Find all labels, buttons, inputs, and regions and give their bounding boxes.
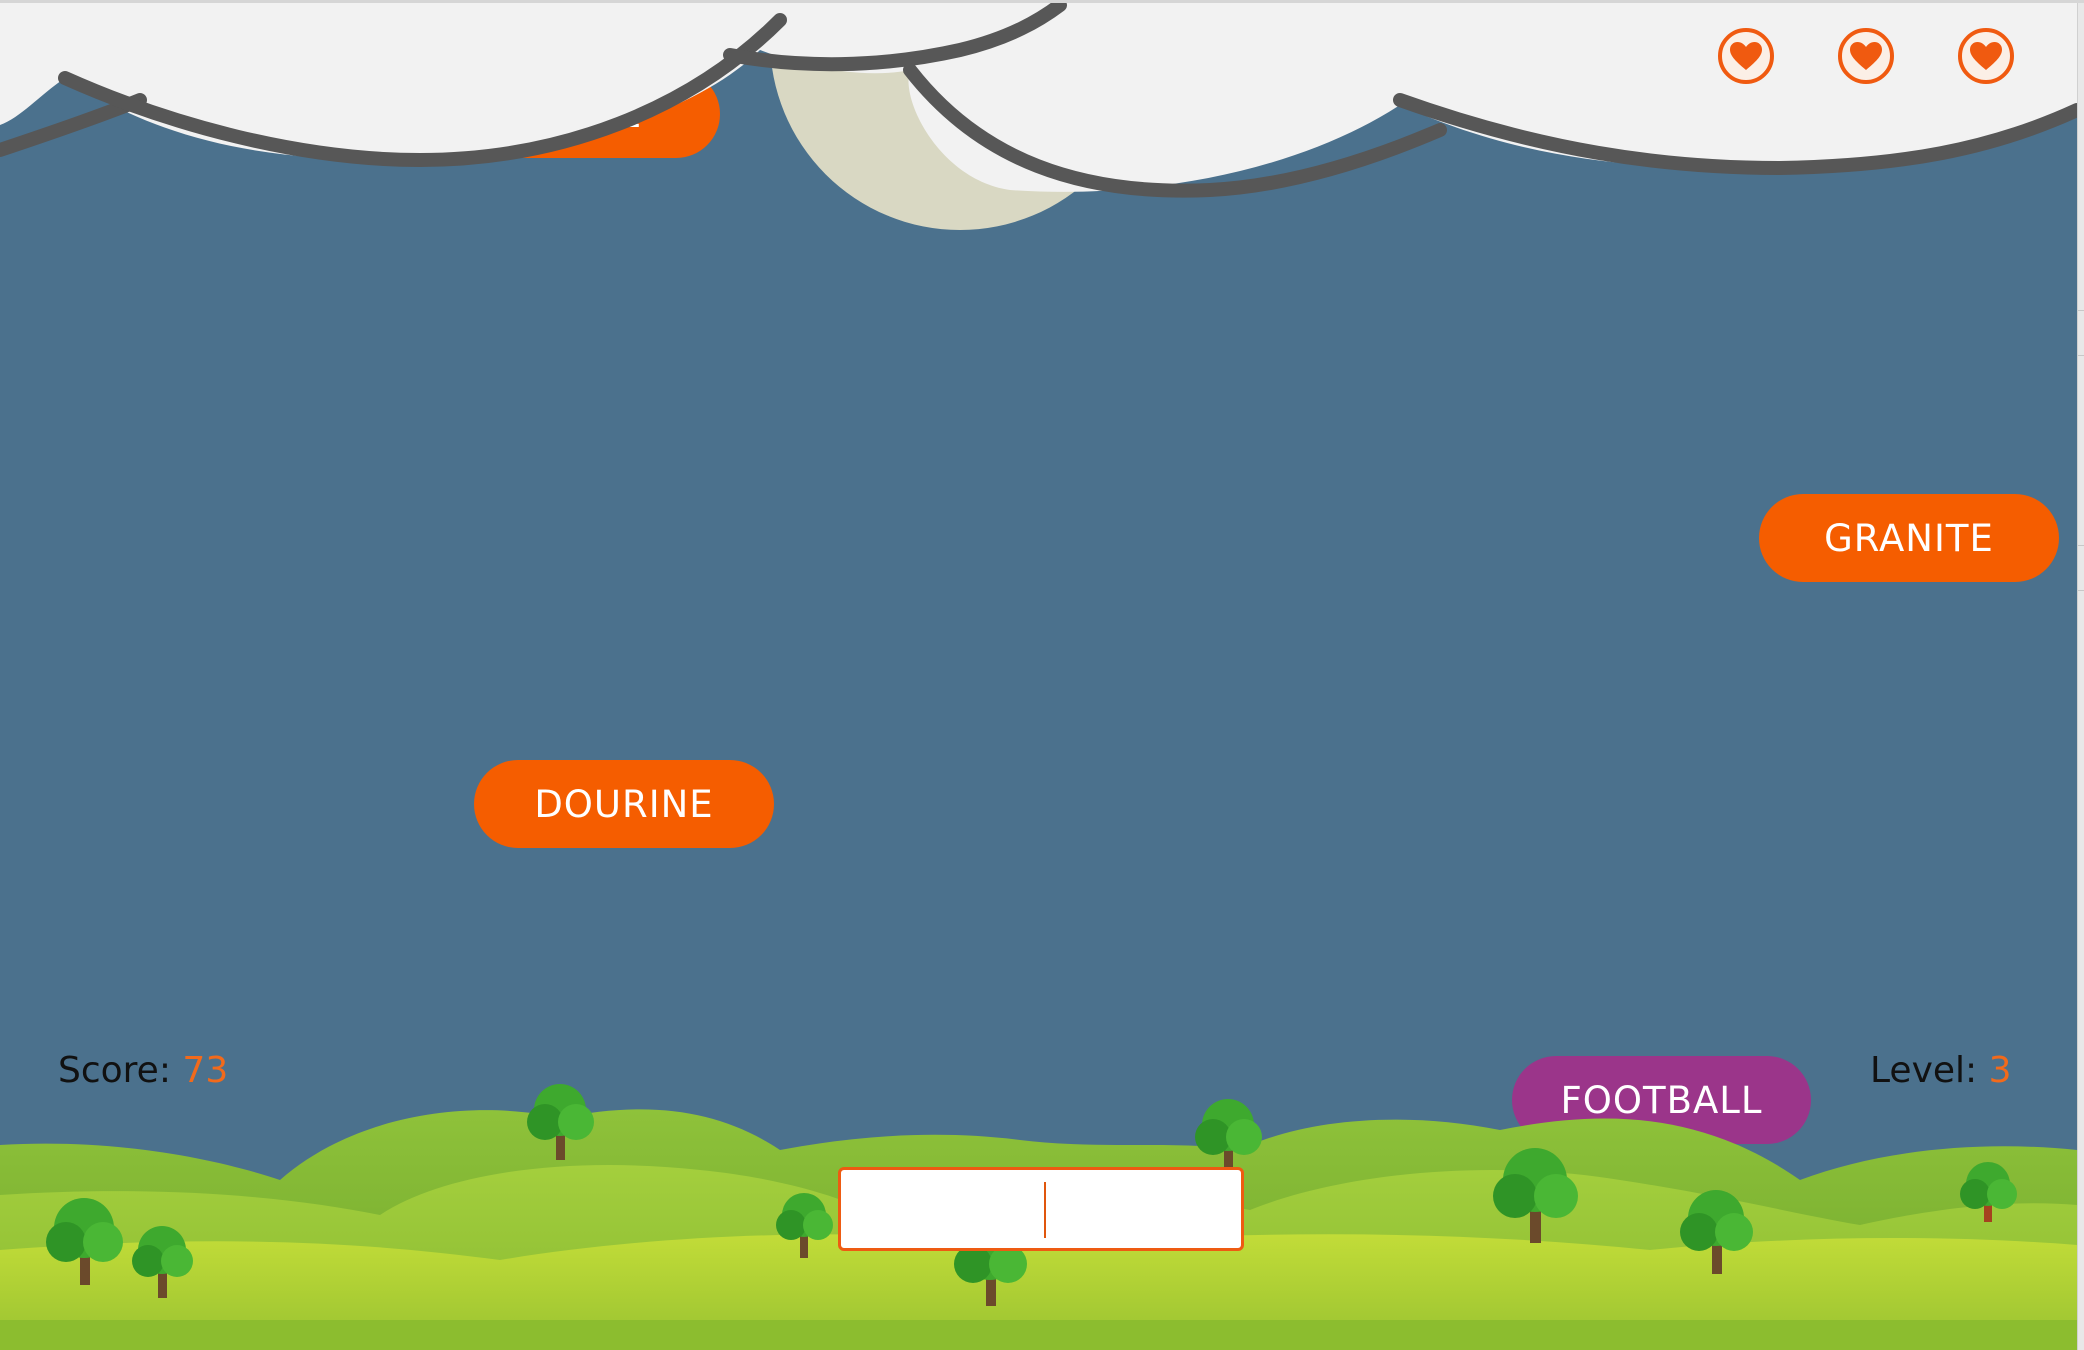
text-caret: [1044, 1182, 1046, 1238]
tree-icon: [1680, 1190, 1753, 1274]
tree-icon: [1960, 1162, 2017, 1222]
word-input[interactable]: [841, 1170, 1241, 1248]
falling-word-granite: GRANITE: [1759, 494, 2059, 582]
level-label: Level:: [1870, 1050, 1978, 1091]
tree-icon: [1493, 1148, 1578, 1243]
cloud-bank: [0, 0, 2077, 198]
score-value: 73: [182, 1050, 229, 1091]
word-input-box[interactable]: [838, 1167, 1244, 1251]
falling-word-dourine: DOURINE: [474, 760, 774, 848]
score-label: Score:: [58, 1050, 171, 1091]
tree-icon: [132, 1226, 193, 1298]
heart-icon: [1838, 28, 1894, 84]
scrollbar-track[interactable]: [2077, 0, 2084, 1350]
game-area: E GRANITE DOURINE FOOTBALL Score: 73 Lev…: [0, 0, 2077, 1350]
tree-icon: [776, 1193, 833, 1258]
window-top-border: [0, 0, 2084, 3]
level-value: 3: [1988, 1050, 2012, 1091]
score-display: Score: 73: [58, 1050, 228, 1091]
tree-icon: [46, 1198, 123, 1285]
heart-icon: [1718, 28, 1774, 84]
tree-icon: [1195, 1099, 1262, 1170]
falling-word-football: FOOTBALL: [1512, 1056, 1811, 1144]
tree-icon: [527, 1084, 594, 1160]
level-display: Level: 3: [1870, 1050, 2012, 1091]
heart-icon: [1958, 28, 2014, 84]
